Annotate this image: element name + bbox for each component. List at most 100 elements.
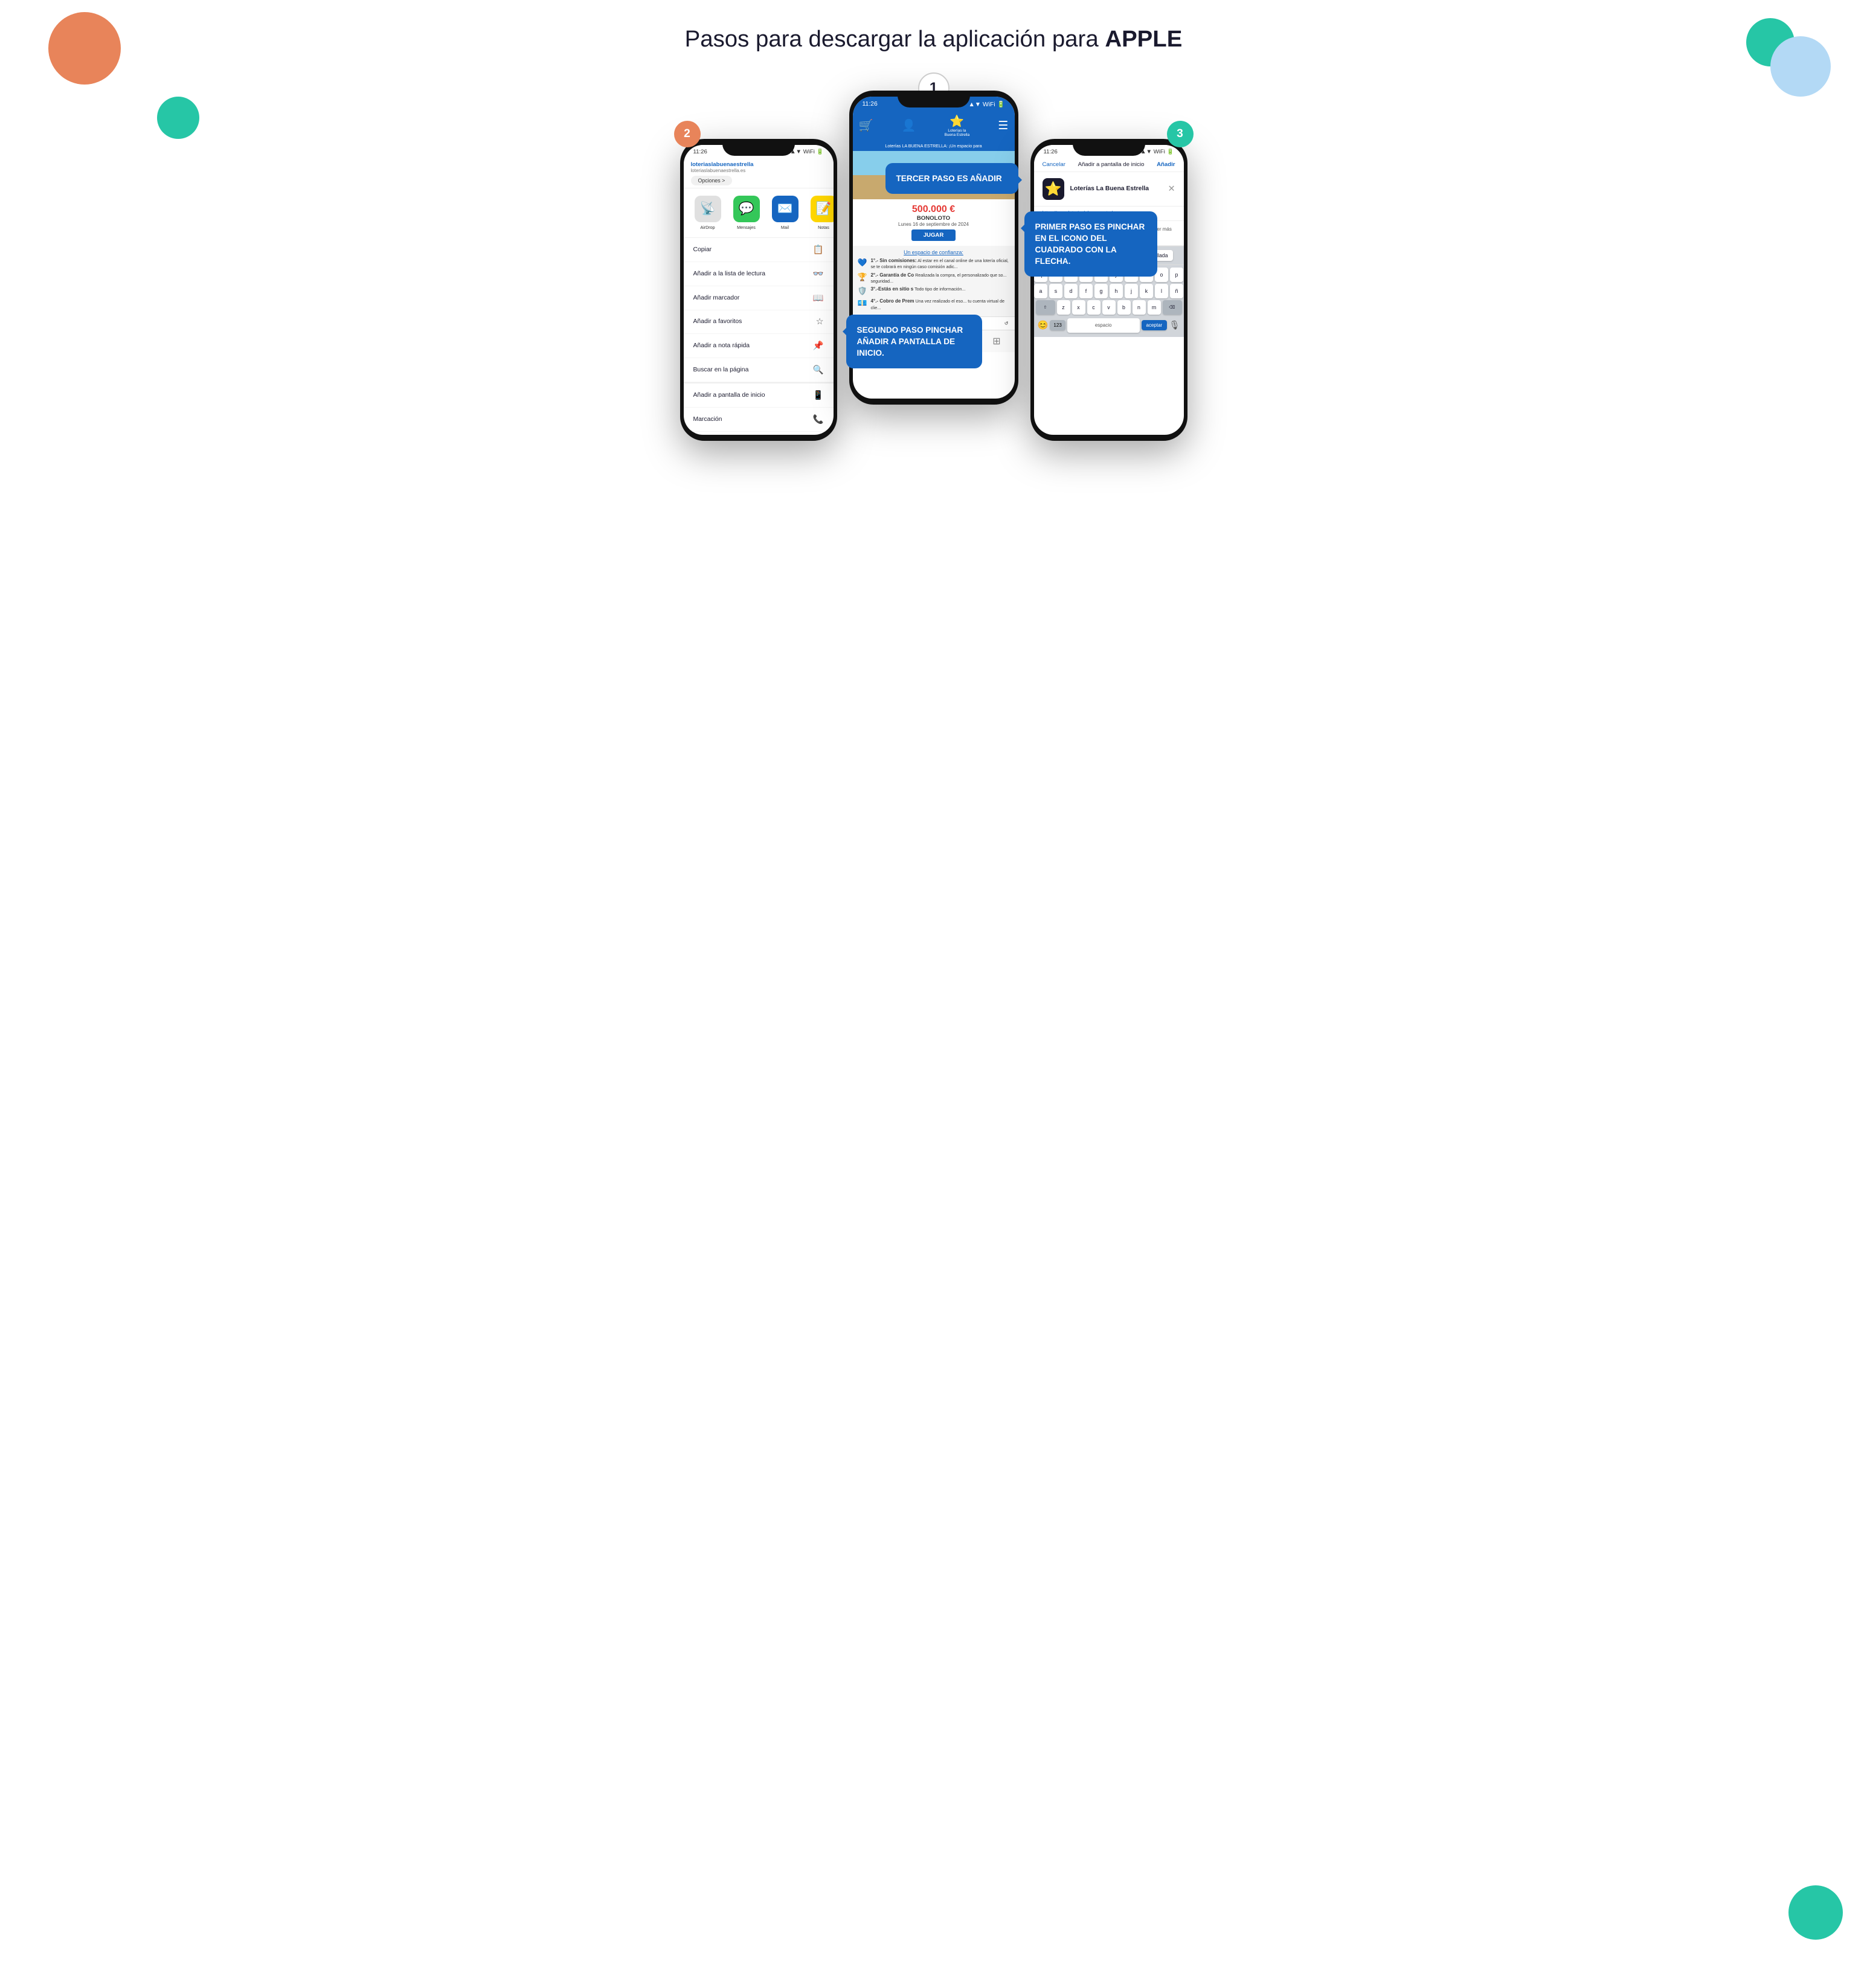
key-z[interactable]: z [1057,300,1070,315]
app-name: Loterías La Buena Estrella [1070,185,1149,192]
bubble2-text: SEGUNDO PASO PINCHAR AÑADIR A PANTALLA D… [857,325,963,358]
cancel-button[interactable]: Cancelar [1043,161,1065,168]
key-k[interactable]: k [1140,284,1153,298]
trust-text-1: 1°.- Sin comisiones: Al estar en el cana… [870,258,1009,270]
menu-quick-note-label: Añadir a nota rápida [693,342,750,349]
pin-icon: 📌 [813,341,824,351]
p1-time: 11:26 [863,101,878,107]
menu-quick-note[interactable]: Añadir a nota rápida 📌 [684,334,834,358]
key-l[interactable]: l [1155,284,1168,298]
bubble2: SEGUNDO PASO PINCHAR AÑADIR A PANTALLA D… [846,315,982,368]
menu-icon[interactable]: ☰ [998,118,1008,133]
keyboard-bottom-row: 😊 123 espacio aceptar 🎙 [1035,316,1183,335]
title-normal: Pasos para descargar la aplicación para [685,26,1105,52]
p3-emoji-area: 😊 [1038,320,1049,330]
menu-favorites[interactable]: Añadir a favoritos ☆ [684,310,834,334]
menu-print[interactable]: Imprimir 🖨️ [684,432,834,435]
key-m[interactable]: m [1148,300,1161,315]
key-b[interactable]: b [1117,300,1131,315]
share-icon-messages[interactable]: 💬 Mensajes [732,196,761,230]
search-icon: 🔍 [813,365,824,375]
shift-key[interactable]: ⇧ [1036,300,1055,315]
emoji-icon[interactable]: 😊 [1038,320,1049,330]
p2-options-label: Opciones > [698,178,725,184]
accept-key[interactable]: aceptar [1142,320,1168,330]
p3-status-icons: ▲▼ WiFi 🔋 [1140,149,1174,155]
trust-title-3: 3°.-Estás en sitio s [870,286,913,292]
reload-icon[interactable]: ↺ [1004,321,1009,326]
key-g[interactable]: g [1094,284,1108,298]
key-j[interactable]: j [1125,284,1138,298]
key-f[interactable]: f [1079,284,1093,298]
menu-bookmark-label: Añadir marcador [693,295,740,301]
mic-icon[interactable]: 🎙 [1169,320,1180,330]
key-n-tilde[interactable]: ñ [1170,284,1183,298]
key-a[interactable]: a [1034,284,1047,298]
phone3-screen: 11:26 ▲▼ WiFi 🔋 Cancelar Añadir a pantal… [1034,145,1184,435]
trust-item-1: 💙 1°.- Sin comisiones: Al estar en el ca… [858,258,1010,270]
p3-statusbar: 11:26 ▲▼ WiFi 🔋 [1034,145,1184,156]
home-icon: 📱 [813,390,824,400]
key-v[interactable]: v [1102,300,1116,315]
p2-time: 11:26 [693,149,707,155]
prize-date: Lunes 16 de septiembre de 2024 [855,222,1012,227]
clear-icon[interactable]: ✕ [1168,184,1175,194]
key-p[interactable]: p [1170,268,1183,282]
bubble1: PRIMER PASO ES PINCHAR EN EL ICONO DEL C… [1024,211,1157,277]
trust-text-3: 3°.-Estás en sitio s Todo tipo de inform… [870,286,965,292]
p1-breadcrumb-text: Loterías LA BUENA ESTRELLA: ¡Un espacio … [885,143,982,149]
steps-row: 2 11:26 ▲▼ WiFi 🔋 loteriaslabuenaestrell… [583,91,1284,441]
messages-label: Mensajes [737,225,756,230]
menu-bookmark[interactable]: Añadir marcador 📖 [684,286,834,310]
key-x[interactable]: x [1072,300,1085,315]
p1-trust: Un espacio de confianza: 💙 1°.- Sin comi… [853,246,1015,316]
p3-time: 11:26 [1044,149,1058,155]
menu-add-home-label: Añadir a pantalla de inicio [693,392,765,399]
menu-find[interactable]: Buscar en la página 🔍 [684,358,834,382]
add-button[interactable]: Añadir [1157,161,1175,168]
delete-key[interactable]: ⌫ [1163,300,1182,315]
p3-header: Cancelar Añadir a pantalla de inicio Aña… [1034,156,1184,172]
menu-copy[interactable]: Copiar 📋 [684,238,834,262]
key-d[interactable]: d [1064,284,1078,298]
key-n[interactable]: n [1133,300,1146,315]
menu-marcacion[interactable]: Marcación 📞 [684,408,834,432]
space-key[interactable]: espacio [1067,318,1140,333]
key-s[interactable]: s [1049,284,1062,298]
airdrop-label: AirDrop [700,225,715,230]
p3-app-row: ⭐ Loterías La Buena Estrella ✕ [1034,172,1184,207]
copy-icon: 📋 [813,245,824,255]
menu-read-list-label: Añadir a la lista de lectura [693,271,766,277]
menu-add-home[interactable]: Añadir a pantalla de inicio 📱 [684,382,834,408]
phone3-wrap: 3 11:26 ▲▼ WiFi 🔋 Cancelar Añadir a pant… [1030,139,1187,441]
key-c[interactable]: c [1087,300,1101,315]
cart-icon[interactable]: 🛒 [859,118,873,133]
key-h[interactable]: h [1110,284,1123,298]
p2-options-btn[interactable]: Opciones > [691,176,733,185]
page-wrapper: Pasos para descargar la aplicación para … [571,0,1296,477]
play-button[interactable]: JUGAR [911,229,956,241]
menu-marcacion-label: Marcación [693,416,722,423]
user-icon[interactable]: 👤 [902,118,916,133]
notes-label: Notas [818,225,829,230]
glasses-icon: 👓 [813,269,824,279]
trust-item-4: 💶 4°.- Cobro de Prem Una vez realizado e… [858,298,1010,310]
guarantee-icon: 🏆 [858,272,867,282]
mail-icon: ✉️ [772,196,799,222]
bubble1-text: PRIMER PASO ES PINCHAR EN EL ICONO DEL C… [1035,222,1145,266]
share-icon-airdrop[interactable]: 📡 AirDrop [693,196,722,230]
mail-label: Mail [781,225,789,230]
phone2-screen: 11:26 ▲▼ WiFi 🔋 loteriaslabuenaestrella … [684,145,834,435]
menu-read-list[interactable]: Añadir a la lista de lectura 👓 [684,262,834,286]
phone2-mockup: 11:26 ▲▼ WiFi 🔋 loteriaslabuenaestrella … [680,139,837,441]
menu-copy-label: Copiar [693,246,712,253]
key-123[interactable]: 123 [1050,320,1065,330]
menu-favorites-label: Añadir a favoritos [693,318,742,325]
tabs-icon[interactable]: ⊞ [992,335,1000,347]
p1-logo: ⭐ Loterías laBuena Estrella [945,114,970,137]
share-icon-mail[interactable]: ✉️ Mail [771,196,800,230]
trust-item-2: 🏆 2°.- Garantía de Co Realizada la compr… [858,272,1010,284]
trust-title: Un espacio de confianza: [858,249,1010,255]
page-title: Pasos para descargar la aplicación para … [583,24,1284,54]
share-icon-notes[interactable]: 📝 Notas [809,196,834,230]
